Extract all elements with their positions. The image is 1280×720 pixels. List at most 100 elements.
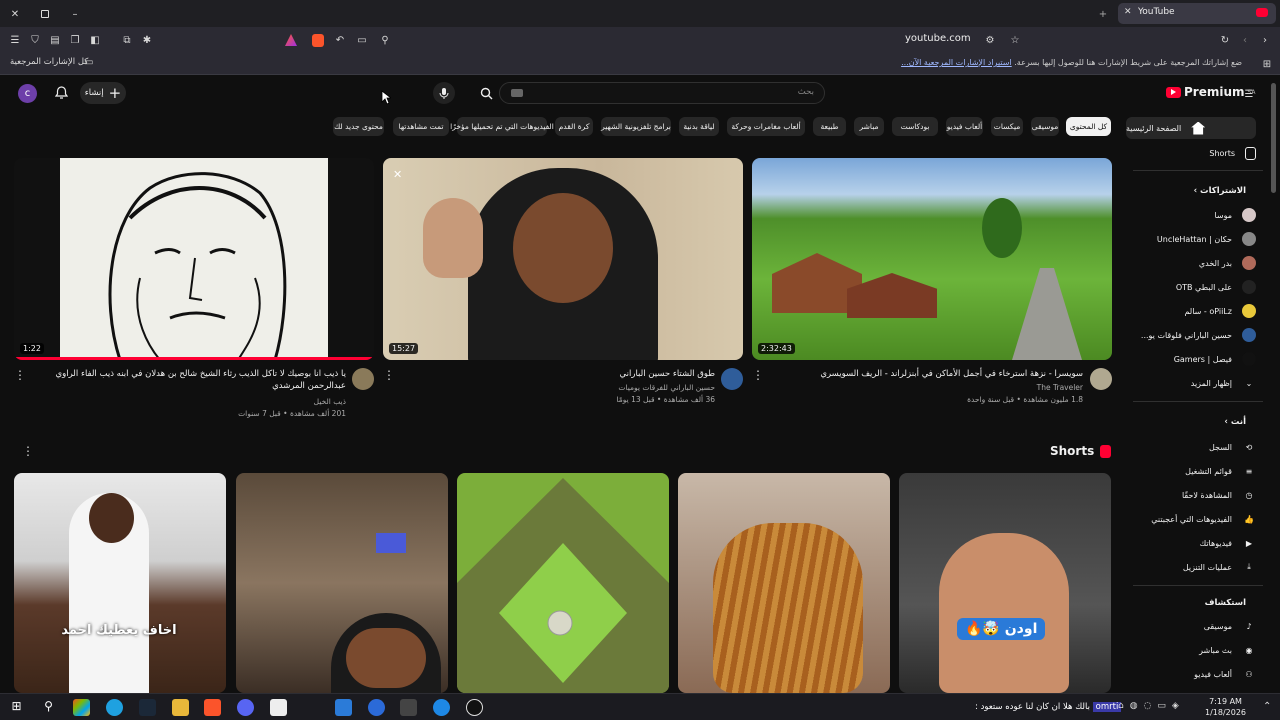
video-title[interactable]: طوق الشتاء حسين الباراني [400,368,715,380]
app-icon[interactable] [368,699,385,716]
extensions-icon[interactable]: ✱ [138,31,156,49]
file-explorer-icon[interactable] [172,699,189,716]
windows-start-icon[interactable]: ⊞ [8,699,25,716]
chip-watched[interactable]: تمت مشاهدتها [393,117,449,136]
short-thumbnail[interactable]: اودن 🤯🔥 [899,473,1111,693]
sidebar-sub[interactable]: موسا [1214,204,1256,226]
calculator-icon[interactable] [270,699,287,716]
forward-icon[interactable]: ‹ [1236,31,1254,49]
short-thumbnail[interactable]: اخاف يعطيك احمد [14,473,226,693]
chip-action-adventure[interactable]: ألعاب مغامرات وحركة [727,117,805,136]
search-icon[interactable]: ⚲ [40,699,57,716]
chip-tv-shows[interactable]: برامج تلفزيونية الشهير [601,117,671,136]
reload-icon[interactable]: ↻ [1216,31,1234,49]
channel-avatar[interactable] [721,368,743,390]
sidebar-icon[interactable]: ◧ [86,31,104,49]
menu-icon[interactable]: ☰ [6,31,24,49]
site-settings-icon[interactable]: ⚙ [981,31,999,49]
chip-fitness[interactable]: لياقة بدنية [679,117,719,136]
chip-podcasts[interactable]: بودكاست [892,117,938,136]
sidebar-show-more[interactable]: ⌄ إظهار المزيد [1191,372,1256,394]
notification-center-icon[interactable]: ⌃ [1263,701,1271,712]
maximize-icon[interactable] [36,5,54,23]
search-button[interactable] [472,82,500,104]
channel-avatar[interactable] [352,368,374,390]
video-title[interactable]: سويسرا - نزهة استرخاء في أجمل الأماكن في… [768,368,1083,380]
channel-name[interactable]: حسين الباراني للفرقات يوميات [400,382,715,393]
sidebar-sub[interactable]: حسين الباراني فلوقات يو... [1141,324,1256,346]
edge-icon[interactable] [106,699,123,716]
rewards-icon[interactable] [282,31,300,49]
tab-youtube[interactable]: ✕ YouTube [1118,3,1276,24]
steam-icon[interactable] [139,699,156,716]
app-icon[interactable] [433,699,450,716]
app-icon[interactable] [400,699,417,716]
sidebar-sub[interactable]: بدر الخدي [1199,252,1256,274]
bookmark-icon[interactable]: ☆ [1006,31,1024,49]
sidebar-item-history[interactable]: ⟲ السجل [1209,436,1256,458]
sidebar-item-shorts[interactable]: Shorts [1209,142,1256,164]
screenshot-icon[interactable]: ⧉ [118,31,136,49]
brave-icon[interactable] [204,699,221,716]
sidebar-sub[interactable]: فيصل | Gamers [1174,348,1256,370]
chip-recently-uploaded[interactable]: الفيديوهات التي تم تحميلها مؤخرًا [450,117,554,136]
sidebar-item-gaming[interactable]: ⚇ ألعاب فيديو [1194,663,1256,685]
chip-new-for-you[interactable]: محتوى جديد لك [333,117,384,136]
sidebar-sub[interactable]: oPiiLz - سالم [1184,300,1256,322]
you-heading[interactable]: أنت › [1224,417,1246,427]
video-thumbnail[interactable]: ✕ 15:27 [383,158,743,360]
page-scrollbar[interactable] [1271,83,1276,193]
discord-icon[interactable] [237,699,254,716]
chip-music[interactable]: موسيقى [1031,117,1059,136]
close-window-icon[interactable]: ✕ [6,5,24,23]
more-options-icon[interactable]: ⋮ [14,368,26,382]
channel-avatar[interactable] [1090,368,1112,390]
apps-grid-icon[interactable]: ⊞ [1258,55,1276,73]
sidebar-item-music[interactable]: ♪ موسيقى [1204,615,1256,637]
notifications-bell-icon[interactable] [52,84,70,102]
sidebar-item-downloads[interactable]: ⤓ عمليات التنزيل [1183,556,1256,578]
chip-all[interactable]: كل المحتوى [1066,117,1111,136]
sidebar-item-playlists[interactable]: ≡ قوائم التشغيل [1185,460,1256,482]
back-icon[interactable]: › [1256,31,1274,49]
brave-shield-icon[interactable] [309,31,327,49]
chip-mixes[interactable]: ميكسات [991,117,1023,136]
sidebar-item-your-videos[interactable]: ▶ فيديوهاتك [1200,532,1256,554]
taskbar-clock[interactable]: 7:19 AM 1/18/2026 [1205,696,1246,718]
copilot-icon[interactable] [73,699,90,716]
address-bar[interactable]: youtube.com [905,33,971,44]
search-input[interactable]: بحث [499,82,825,104]
app-icon[interactable] [335,699,352,716]
channel-name[interactable]: The Traveler [768,382,1083,393]
chip-football[interactable]: كرة القدم [555,117,593,136]
video-thumbnail[interactable]: 2:32:43 [752,158,1112,360]
short-thumbnail[interactable] [678,473,890,693]
chip-video-games[interactable]: ألعاب فيديو [946,117,983,136]
shorts-more-icon[interactable]: ⋮ [22,444,34,458]
keyboard-icon[interactable] [511,89,523,97]
system-tray-icons[interactable]: ⌂◍◌▭◈ [1118,701,1185,711]
voice-search-button[interactable] [433,82,455,104]
import-bookmarks-link[interactable]: استيراد الإشارات المرجعية الآن... [901,58,1012,67]
chip-nature[interactable]: طبيعة [813,117,846,136]
chip-live[interactable]: مباشر [854,117,884,136]
sidebar-item-watch-later[interactable]: ◷ المشاهدة لاحقًا [1182,484,1256,506]
sidebar-sub[interactable]: على البطي OTB [1176,276,1256,298]
shield-icon[interactable]: ⛉ [26,31,44,49]
avatar[interactable]: c [18,84,37,103]
video-thumbnail[interactable]: 1:22 [14,158,374,360]
more-options-icon[interactable]: ⋮ [383,368,395,382]
wallet-icon[interactable]: ▤ [46,31,64,49]
zoom-icon[interactable]: ⚲ [376,31,394,49]
create-button[interactable]: إنشاء + [80,82,126,104]
guide-menu-icon[interactable]: ☰ [1240,85,1258,103]
sidebar-sub[interactable]: حكان | UncleHattan [1157,228,1256,250]
all-bookmarks-folder[interactable]: كل الإشارات المرجعية [10,57,88,67]
minimize-icon[interactable]: – [66,5,84,23]
channel-name[interactable]: ذيب الخيل [30,396,346,407]
cast-icon[interactable]: ▭ [353,31,371,49]
app-icon[interactable] [466,699,483,716]
subscriptions-heading[interactable]: الاشتراكات › [1194,186,1246,196]
short-thumbnail[interactable] [236,473,448,693]
video-title[interactable]: يا ذيب انا بوصيك لا تاكل الذيب رثاء الشي… [30,368,346,392]
